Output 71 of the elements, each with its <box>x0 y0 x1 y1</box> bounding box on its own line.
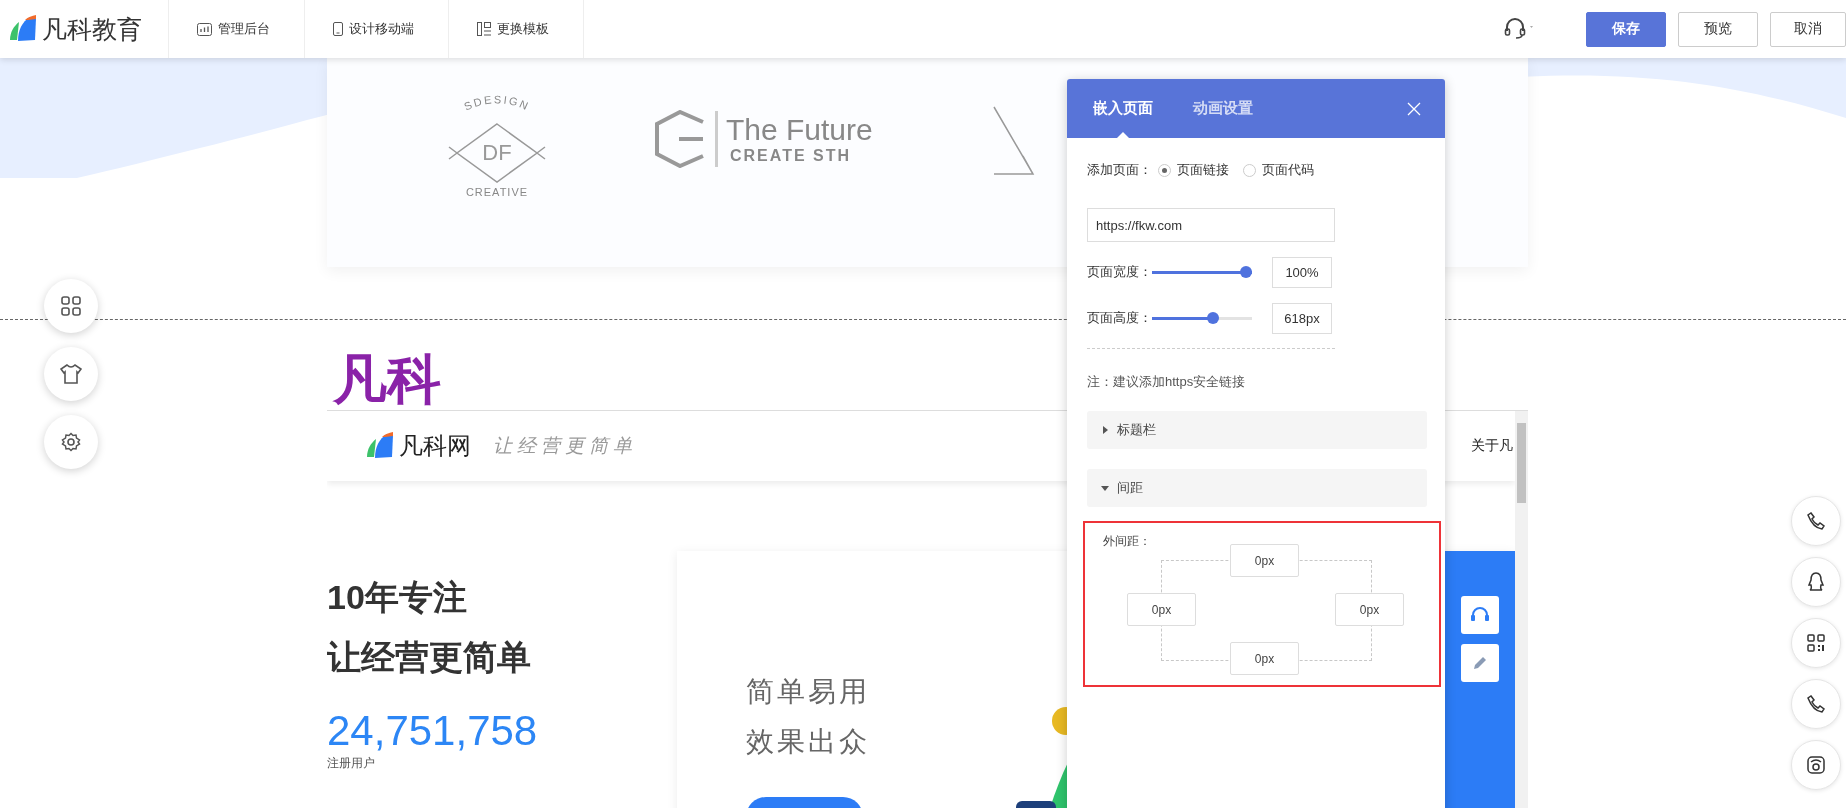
site-nav-link[interactable]: 关于凡 <box>1471 437 1513 455</box>
settings-icon <box>61 432 81 452</box>
triangle-logo-icon <box>992 106 1037 176</box>
phone-icon <box>1807 695 1825 713</box>
shirt-icon <box>60 364 82 384</box>
url-field[interactable]: https://fkw.com <box>1087 208 1335 242</box>
phone-icon <box>1807 512 1825 530</box>
bar-chart-icon <box>197 22 212 36</box>
section-header[interactable]: 间距 <box>1087 469 1427 507</box>
brand-name: 凡科教育 <box>42 13 142 45</box>
diamond-icon <box>448 123 546 183</box>
close-icon[interactable] <box>1407 101 1421 116</box>
logo-caption-text: CREATIVE <box>465 186 529 198</box>
field-label: 添加页面： <box>1087 161 1152 179</box>
sail-logo-icon <box>8 14 38 44</box>
headline: 让经营更简单 <box>327 637 532 678</box>
stat-label: 注册用户 <box>327 755 376 772</box>
logo-arc-text: SDESIGN <box>462 93 532 113</box>
hexagon-logo-icon <box>653 110 707 168</box>
shirt-button[interactable] <box>44 347 98 401</box>
scrollbar[interactable] <box>1515 411 1528 808</box>
contact-button[interactable] <box>1791 740 1841 790</box>
field-label: 页面高度： <box>1087 309 1152 327</box>
edit-button[interactable] <box>1461 644 1499 682</box>
site-brand: 凡科网 <box>399 431 471 461</box>
slider-thumb[interactable] <box>1240 266 1252 278</box>
toolbar-button[interactable]: 保存 <box>1586 11 1666 47</box>
radio-option[interactable]: 页面链接 <box>1158 161 1229 179</box>
logo-title-text: The Future <box>726 113 873 147</box>
slider-thumb[interactable] <box>1206 312 1219 324</box>
section-header[interactable]: 标题栏 <box>1087 411 1427 449</box>
layout-icon <box>477 22 491 36</box>
contact-button[interactable] <box>1791 679 1841 729</box>
penguin-icon <box>1807 572 1825 592</box>
pencil-icon <box>1472 655 1488 671</box>
toolbar-button[interactable]: 预览 <box>1678 11 1758 47</box>
grid-icon <box>61 296 81 316</box>
contact-button[interactable] <box>1791 496 1841 546</box>
headset-icon[interactable] <box>1504 18 1536 40</box>
logo-subtitle-text: CREATE STH <box>730 147 853 165</box>
margin-top-field[interactable]: 0px <box>1230 544 1299 577</box>
value-field[interactable]: 618px <box>1272 302 1332 334</box>
field-label: 外间距： <box>1103 533 1152 550</box>
radio-label: 页面链接 <box>1177 161 1229 179</box>
margin-bottom-field[interactable]: 0px <box>1230 642 1299 675</box>
margin-left-field[interactable]: 0px <box>1127 593 1196 626</box>
section-title: 凡科 <box>333 348 441 410</box>
toolbar-button[interactable]: 取消 <box>1770 11 1846 47</box>
panel-tab[interactable]: 嵌入页面 <box>1087 79 1159 138</box>
logo-mark-text: DF <box>482 140 512 165</box>
headline: 10年专注 <box>327 577 468 618</box>
margin-right-field[interactable]: 0px <box>1335 593 1404 626</box>
grid-button[interactable] <box>44 279 98 333</box>
radio-label: 页面代码 <box>1262 161 1314 179</box>
hint-note: 注：建议添加https安全链接 <box>1087 373 1247 391</box>
field-label: 页面宽度： <box>1087 263 1152 281</box>
support-button[interactable] <box>1461 596 1499 634</box>
banner-text: 简单易用 <box>746 675 871 709</box>
value-field[interactable]: 100% <box>1272 256 1332 288</box>
qr-code-icon <box>1807 634 1825 652</box>
site-slogan: 让经营更简单 <box>493 434 637 458</box>
stat-number: 24,751,758 <box>327 707 539 755</box>
telephone-icon <box>1807 756 1825 774</box>
contact-button[interactable] <box>1791 557 1841 607</box>
headset-icon <box>1470 606 1490 624</box>
radio-option[interactable]: 页面代码 <box>1243 161 1314 179</box>
banner-text: 效果出众 <box>746 725 871 759</box>
contact-button[interactable] <box>1791 618 1841 668</box>
phone-icon <box>333 22 343 36</box>
settings-button[interactable] <box>44 415 98 469</box>
sail-logo-icon <box>365 431 395 461</box>
